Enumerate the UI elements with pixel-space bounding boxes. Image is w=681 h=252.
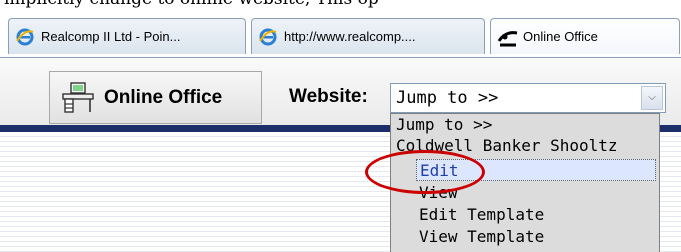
tab-realcomp-url[interactable]: http://www.realcomp.... <box>251 18 485 54</box>
website-label: Website: <box>289 86 368 107</box>
browser-tab-bar: Realcomp II Ltd - Poin... http://www.rea… <box>0 8 681 58</box>
ie-icon <box>15 27 35 47</box>
tab-label: Realcomp II Ltd - Poin... <box>41 29 181 44</box>
website-jump-select[interactable]: Jump to >> ⌵ <box>390 83 666 113</box>
chevron-down-icon[interactable]: ⌵ <box>641 86 663 110</box>
cropped-caption: implicitly change to online website, Thi… <box>0 0 681 8</box>
ie-icon <box>258 27 278 47</box>
desk-icon <box>60 80 96 116</box>
online-office-button-label: Online Office <box>104 86 223 108</box>
tab-realcomp[interactable]: Realcomp II Ltd - Poin... <box>8 18 246 54</box>
online-office-button[interactable]: Online Office <box>49 71 262 124</box>
select-value: Jump to >> <box>396 88 499 108</box>
caption-text: implicitly change to online website, Thi… <box>4 0 379 8</box>
online-office-logo-icon <box>497 27 518 47</box>
tab-online-office[interactable]: Online Office <box>490 18 680 54</box>
dropdown-option-jump-to[interactable]: Jump to >> <box>396 114 492 136</box>
tab-label: http://www.realcomp.... <box>284 29 416 44</box>
dropdown-option-edit-template[interactable]: Edit Template <box>419 204 544 226</box>
tab-label: Online Office <box>523 29 598 44</box>
dropdown-option-view-template[interactable]: View Template <box>419 226 544 248</box>
highlight-ellipse <box>365 150 485 194</box>
